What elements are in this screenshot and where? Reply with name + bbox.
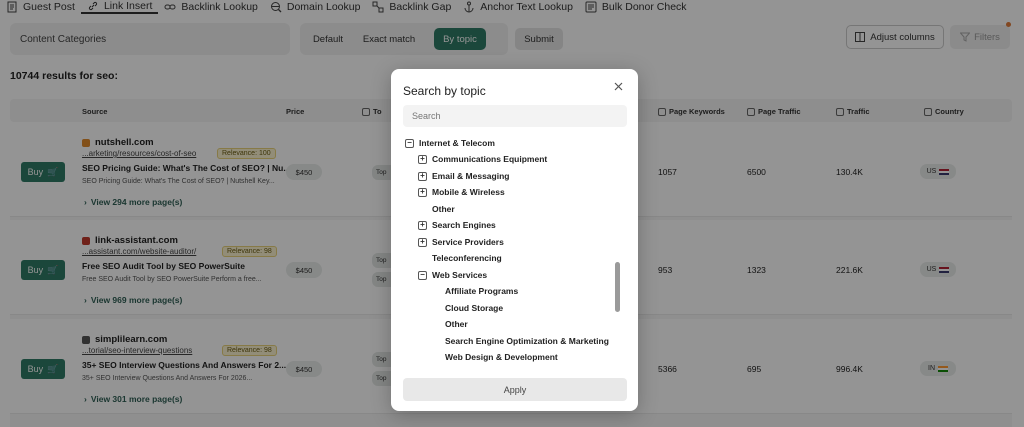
expand-toggle-icon[interactable]: + — [418, 171, 427, 181]
expand-toggle-icon[interactable]: + — [418, 237, 427, 247]
close-button[interactable] — [611, 79, 625, 93]
tree-node-label: Search Engines — [432, 220, 496, 230]
tree-node-label: Email & Messaging — [432, 171, 510, 181]
apply-button[interactable]: Apply — [403, 378, 627, 401]
tree-node-label: Search Engine Optimization & Marketing — [445, 336, 609, 346]
expand-toggle-icon[interactable]: + — [418, 220, 427, 230]
topic-tree: − Internet & Telecom + Communications Eq… — [403, 133, 617, 369]
tree-node-other[interactable]: Other — [445, 318, 468, 330]
tree-node-web-services[interactable]: − Web Services — [418, 269, 487, 281]
collapse-toggle-icon[interactable]: − — [418, 270, 427, 280]
tree-node-label: Communications Equipment — [432, 154, 548, 164]
close-icon — [614, 82, 622, 90]
tree-scrollbar[interactable] — [615, 137, 620, 369]
tree-node-label: Other — [432, 204, 455, 214]
tree-node-label: Mobile & Wireless — [432, 187, 505, 197]
tree-node-label: Other — [445, 319, 468, 329]
scrollbar-thumb[interactable] — [615, 262, 620, 312]
tree-node-service-providers[interactable]: + Service Providers — [418, 236, 504, 248]
tree-node-label: Service Providers — [432, 237, 504, 247]
tree-node-label: Web Services — [432, 270, 488, 280]
search-by-topic-modal: Search by topic − Internet & Telecom + C… — [391, 69, 638, 411]
tree-node-affiliate-programs[interactable]: Affiliate Programs — [445, 285, 518, 297]
tree-node-label: Internet & Telecom — [419, 138, 495, 148]
tree-node-teleconferencing[interactable]: Teleconferencing — [432, 252, 502, 264]
tree-node-search-engines[interactable]: + Search Engines — [418, 219, 496, 231]
tree-node-internet-telecom[interactable]: − Internet & Telecom — [405, 137, 495, 149]
tree-node-other[interactable]: Other — [432, 203, 455, 215]
tree-node-label: Teleconferencing — [432, 253, 502, 263]
tree-node-mobile-wireless[interactable]: + Mobile & Wireless — [418, 186, 505, 198]
tree-node-seo-marketing[interactable]: Search Engine Optimization & Marketing — [445, 335, 609, 347]
tree-node-communications-equipment[interactable]: + Communications Equipment — [418, 153, 547, 165]
tree-node-label: Cloud Storage — [445, 303, 504, 313]
tree-node-label: Web Design & Development — [445, 352, 558, 362]
tree-node-web-design-development[interactable]: Web Design & Development — [445, 351, 558, 363]
tree-node-email-messaging[interactable]: + Email & Messaging — [418, 170, 509, 182]
modal-title: Search by topic — [403, 84, 486, 98]
tree-node-cloud-storage[interactable]: Cloud Storage — [445, 302, 503, 314]
expand-toggle-icon[interactable]: + — [418, 154, 427, 164]
tree-node-label: Affiliate Programs — [445, 286, 519, 296]
expand-toggle-icon[interactable]: + — [418, 187, 427, 197]
topic-search-input[interactable] — [403, 105, 627, 127]
collapse-toggle-icon[interactable]: − — [405, 138, 414, 148]
